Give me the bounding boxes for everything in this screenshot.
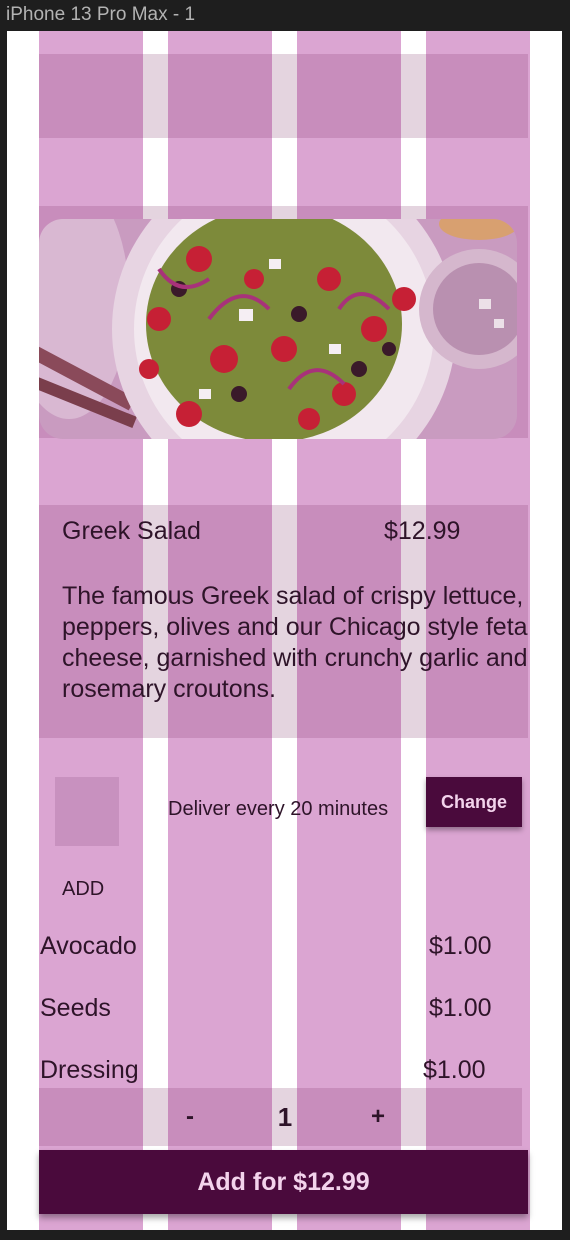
addons-heading: ADD [62,878,105,900]
addon-dressing-price: $1.00 [423,1056,486,1084]
addon-seeds-name[interactable]: Seeds [40,994,111,1023]
deliver-checkbox[interactable] [55,777,119,846]
grid-row-header [39,54,528,138]
phone-frame: Greek Salad $12.99 The famous Greek sala… [7,31,562,1230]
addon-avocado-name[interactable]: Avocado [40,932,137,961]
addon-dressing-name[interactable]: Dressing [40,1056,139,1085]
addon-seeds-price: $1.00 [429,994,492,1022]
addon-avocado-price: $1.00 [429,932,492,960]
product-price: $12.99 [384,517,461,545]
greek-salad-image [39,219,517,439]
product-name: Greek Salad [62,517,201,545]
add-to-cart-button[interactable]: Add for $12.99 [39,1150,528,1214]
deliver-frequency-label: Deliver every 20 minutes [168,798,389,820]
product-description: The famous Greek salad of crispy lettuce… [62,582,528,703]
frame-title: iPhone 13 Pro Max - 1 [6,4,196,25]
increment-button[interactable]: + [363,1088,393,1146]
decrement-button[interactable]: - [175,1088,205,1146]
change-button[interactable]: Change [426,777,522,827]
quantity-value: 1 [277,1102,293,1132]
